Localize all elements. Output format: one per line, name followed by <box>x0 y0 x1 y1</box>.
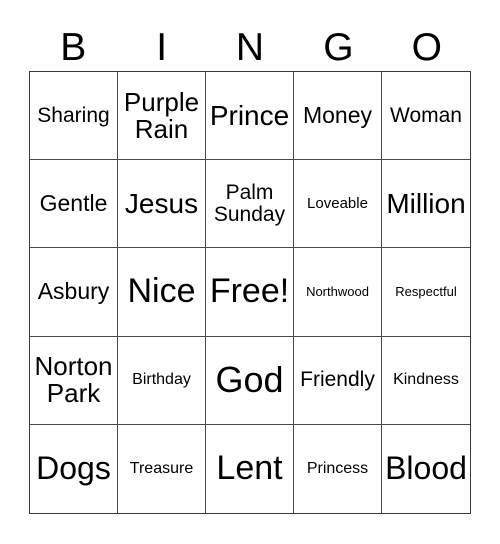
bingo-cell[interactable]: God <box>206 336 294 425</box>
bingo-cell-label: Palm Sunday <box>213 180 286 226</box>
bingo-cell-free-space[interactable]: Free! <box>206 248 294 337</box>
bingo-cell-label: Friendly <box>300 368 375 392</box>
bingo-cell-label: Purple Rain <box>123 86 200 144</box>
bingo-cell-label: Princess <box>306 459 369 477</box>
bingo-cell[interactable]: Million <box>382 160 470 249</box>
bingo-cell[interactable]: Respectful <box>382 248 470 337</box>
bingo-cell-label: Money <box>302 101 373 128</box>
bingo-cell[interactable]: Birthday <box>118 336 206 425</box>
bingo-cell-label: Treasure <box>129 459 194 477</box>
bingo-cell[interactable]: Norton Park <box>30 336 118 425</box>
bingo-cell-label: Loveable <box>307 194 368 212</box>
bingo-cell-label: Dogs <box>36 450 111 487</box>
bingo-cell[interactable]: Woman <box>382 72 470 161</box>
bingo-cell-label: Asbury <box>37 278 110 305</box>
bingo-header-letter-i: I <box>156 26 168 69</box>
bingo-cell-label: God <box>215 359 284 401</box>
bingo-header-letter-g: G <box>323 26 354 69</box>
bingo-cell[interactable]: Prince <box>206 72 294 161</box>
bingo-cell-label: Nice <box>127 272 196 311</box>
bingo-cell-label: Prince <box>209 100 290 132</box>
bingo-header-letter-o: O <box>411 26 442 69</box>
bingo-cell-label: Million <box>386 188 466 220</box>
bingo-header-letter-n: N <box>235 26 265 69</box>
bingo-cell[interactable]: Sharing <box>30 72 118 161</box>
bingo-card: B I N G O Sharing Purple Rain Prince Mon… <box>0 0 500 544</box>
bingo-cell-label: Respectful <box>395 284 457 300</box>
bingo-cell[interactable]: Palm Sunday <box>206 160 294 249</box>
bingo-cell-label: Northwood <box>306 284 369 300</box>
bingo-cell[interactable]: Princess <box>294 424 382 513</box>
bingo-cell-label: Gentle <box>39 189 108 216</box>
bingo-cell-label: Woman <box>390 103 462 127</box>
bingo-cell[interactable]: Money <box>294 72 382 161</box>
bingo-cell[interactable]: Loveable <box>294 160 382 249</box>
bingo-header-letter-b: B <box>60 26 87 69</box>
bingo-cell[interactable]: Gentle <box>30 160 118 249</box>
bingo-cell-label: Jesus <box>124 188 199 220</box>
bingo-cell[interactable]: Nice <box>118 248 206 337</box>
bingo-cell[interactable]: Asbury <box>30 248 118 337</box>
bingo-cell[interactable]: Northwood <box>294 248 382 337</box>
bingo-cell[interactable]: Kindness <box>382 336 470 425</box>
bingo-cell[interactable]: Lent <box>206 424 294 513</box>
bingo-cell[interactable]: Jesus <box>118 160 206 249</box>
bingo-cell-label: Blood <box>385 450 467 487</box>
bingo-header-row: B I N G O <box>29 12 471 71</box>
bingo-cell-label: Kindness <box>393 370 459 388</box>
bingo-grid: Sharing Purple Rain Prince Money Woman G… <box>29 71 471 514</box>
bingo-cell[interactable]: Friendly <box>294 336 382 425</box>
bingo-cell[interactable]: Dogs <box>30 424 118 513</box>
bingo-cell-label: Lent <box>216 449 283 488</box>
bingo-cell-label: Free! <box>209 272 290 311</box>
bingo-cell-label: Sharing <box>37 103 110 127</box>
bingo-cell[interactable]: Treasure <box>118 424 206 513</box>
bingo-cell-label: Norton Park <box>34 351 113 409</box>
bingo-cell[interactable]: Purple Rain <box>118 72 206 161</box>
bingo-cell-label: Birthday <box>132 370 191 388</box>
bingo-cell[interactable]: Blood <box>382 424 470 513</box>
